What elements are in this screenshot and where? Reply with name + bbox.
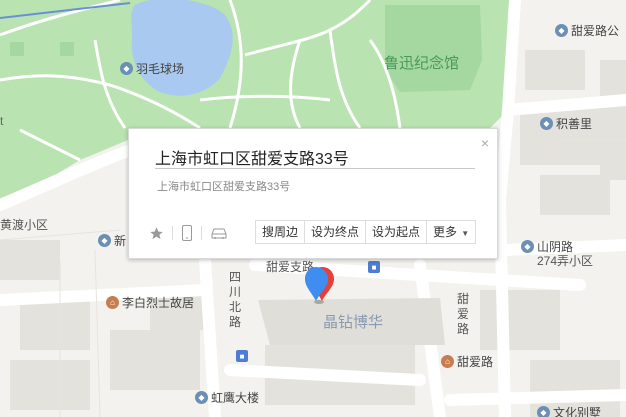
star-icon[interactable]	[149, 226, 164, 241]
poi-badminton[interactable]: ◆ 羽毛球场	[120, 60, 184, 77]
car-icon[interactable]	[210, 226, 228, 240]
poi-wenhua[interactable]: ◆ 文化别墅	[537, 404, 601, 417]
poi-pin-icon: ◆	[120, 62, 133, 75]
bus-stop-icon[interactable]: ■	[368, 261, 380, 273]
label-edge: t	[0, 114, 4, 128]
poi-pin-icon: ◆	[555, 24, 568, 37]
memorial-grounds	[385, 5, 482, 92]
popup-address: 上海市虹口区甜爱支路33号	[157, 181, 291, 193]
label-memorial: 鲁迅纪念馆	[384, 55, 460, 72]
poi-pin-icon: ◆	[521, 240, 534, 253]
more-button[interactable]: 更多 ▼	[427, 221, 475, 243]
close-icon[interactable]: ×	[481, 135, 489, 151]
poi-partial[interactable]: ◆ 新	[98, 232, 126, 249]
poi-pin-icon: ◆	[540, 117, 553, 130]
caret-down-icon: ▼	[459, 229, 470, 238]
poi-pin-icon: ◆	[195, 391, 208, 404]
popup-title: 上海市虹口区甜爱支路33号	[155, 151, 349, 168]
poi-pin-icon: ◆	[98, 234, 111, 247]
icon-divider	[172, 226, 173, 240]
poi-tianai-road[interactable]: ⌂ 甜爱路	[441, 353, 493, 370]
label-sichuan: 四川北路	[228, 270, 241, 329]
more-label: 更多	[433, 225, 458, 239]
set-destination-button[interactable]: 设为终点	[305, 221, 367, 243]
bus-stop-icon[interactable]: ■	[236, 350, 248, 362]
label-jingzuan: 晶钻博华	[323, 314, 384, 331]
popup-separator	[155, 168, 475, 169]
poi-jishanli[interactable]: ◆ 积善里	[540, 115, 592, 132]
poi-pin-icon: ⌂	[106, 296, 119, 309]
icon-divider	[201, 226, 202, 240]
map-canvas[interactable]: ◆ 羽毛球场 鲁迅纪念馆 ◆ 甜爱路公 ◆ 积善里 黄渡小区 ◆ 新 ◆ 山阴路…	[0, 0, 626, 417]
location-marker-icon[interactable]	[302, 265, 336, 305]
poi-libai[interactable]: ⌂ 李白烈士故居	[106, 294, 194, 311]
poi-tianai-park[interactable]: ◆ 甜爱路公	[555, 22, 619, 39]
label-huangdu: 黄渡小区	[0, 218, 49, 232]
poi-pin-icon: ⌂	[441, 355, 454, 368]
search-nearby-button[interactable]: 搜周边	[256, 221, 306, 243]
poi-pin-icon: ◆	[537, 406, 550, 417]
phone-icon[interactable]	[181, 225, 193, 241]
location-info-popup: × 上海市虹口区甜爱支路33号 上海市虹口区甜爱支路33号 搜周边 设为终点 设…	[128, 128, 498, 259]
popup-icon-bar	[149, 225, 228, 241]
poi-shanyin[interactable]: ◆ 山阴路	[521, 238, 573, 255]
popup-action-bar: 搜周边 设为终点 设为起点 更多 ▼	[255, 220, 477, 244]
label-tianai-vertical: 甜爱路	[456, 292, 469, 336]
label-shanyin-sub: 274弄小区	[537, 254, 594, 268]
set-origin-button[interactable]: 设为起点	[366, 221, 428, 243]
poi-hongying[interactable]: ◆ 虹鹰大楼	[195, 389, 259, 406]
